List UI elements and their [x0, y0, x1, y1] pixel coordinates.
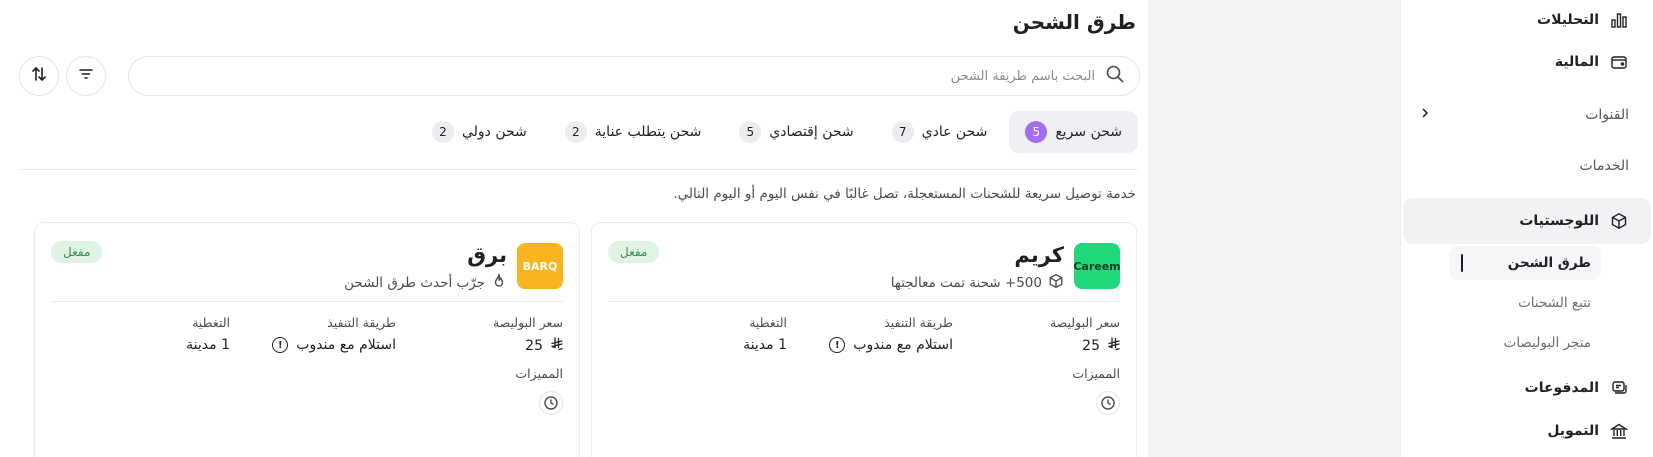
sidebar-sub-track-shipments[interactable]: تتبع الشحنات — [1449, 286, 1601, 320]
execution-method-value: استلام مع مندوب ! — [272, 337, 396, 353]
tab-express[interactable]: شحن سريع 5 — [1009, 111, 1138, 153]
main-content: طرق الشحن شحن سريع 5 شحن عادي 7 شحن إقتص… — [0, 0, 1148, 457]
policy-price-value: 25 — [525, 337, 563, 355]
careem-logo: Careem — [1073, 243, 1121, 289]
card-name: برق — [467, 243, 507, 267]
barq-logo: BARQ — [517, 243, 563, 289]
page-title: طرق الشحن — [1012, 10, 1136, 34]
sidebar-item-label: التحليلات — [1537, 12, 1599, 28]
features-label: المميزات — [1072, 366, 1120, 381]
status-badge: مفعل — [51, 241, 103, 263]
tab-label: شحن عادي — [921, 124, 988, 140]
sidebar-sub-label: طرق الشحن — [1507, 255, 1591, 271]
card-divider — [51, 301, 563, 302]
content-gap — [1148, 0, 1400, 457]
bank-icon — [1609, 421, 1629, 441]
tab-count-badge: 7 — [891, 121, 914, 143]
card-subtitle: 500+ شحنة تمت معالجتها — [891, 273, 1064, 293]
policy-price-label: سعر البوليصة — [492, 315, 563, 330]
card-subtitle-text: جرّب أحدث طرق الشحن — [344, 275, 485, 291]
clock-icon — [1096, 391, 1120, 415]
tab-count-badge: 2 — [564, 121, 587, 143]
filter-button[interactable] — [66, 56, 106, 96]
shipping-card-careem[interactable]: Careem كريم 500+ شحنة تمت معالجتها مفعل … — [591, 222, 1137, 457]
card-divider — [608, 301, 1120, 302]
search-bar[interactable] — [128, 56, 1140, 96]
box-icon — [1048, 273, 1064, 293]
sidebar-item-label: اللوجستيات — [1519, 213, 1599, 229]
sort-arrows-icon — [30, 65, 48, 87]
policy-price-amount: 25 — [525, 338, 543, 354]
execution-method-label: طريقة التنفيذ — [327, 315, 396, 330]
policy-price-value: 25 — [1082, 337, 1120, 355]
tab-label: شحن سريع — [1055, 124, 1122, 140]
wallet-icon — [1609, 52, 1629, 72]
shipping-card-barq[interactable]: BARQ برق جرّب أحدث طرق الشحن مفعل سعر ال… — [34, 222, 580, 457]
search-input[interactable] — [129, 68, 1095, 84]
sidebar-item-logistics[interactable]: اللوجستيات — [1403, 198, 1651, 244]
policy-price-label: سعر البوليصة — [1049, 315, 1120, 330]
tabs-divider — [20, 169, 1138, 170]
policy-price-amount: 25 — [1082, 338, 1100, 354]
sidebar-item-label: المدفوعات — [1524, 380, 1599, 396]
tab-count-badge: 2 — [431, 121, 454, 143]
sidebar-item-payments[interactable]: المدفوعات — [1409, 368, 1641, 408]
status-badge: مفعل — [608, 241, 660, 263]
sidebar-section-channels[interactable]: القنوات — [1409, 97, 1641, 133]
sidebar-item-analytics[interactable]: التحليلات — [1409, 0, 1641, 40]
tab-label: شحن يتطلب عناية — [594, 124, 702, 140]
coverage-value: 1 مدينة — [743, 337, 787, 353]
tab-count-badge: 5 — [1025, 121, 1048, 143]
riyal-currency-icon — [1108, 337, 1120, 355]
execution-method-text: استلام مع مندوب — [853, 337, 953, 353]
coverage-value: 1 مدينة — [186, 337, 230, 353]
info-icon[interactable]: ! — [829, 337, 846, 353]
sidebar-sub-label: تتبع الشحنات — [1518, 295, 1591, 311]
sidebar-section-label: القنوات — [1585, 107, 1629, 123]
execution-method-value: استلام مع مندوب ! — [829, 337, 953, 353]
box-icon — [1609, 211, 1629, 231]
sidebar-sub-label: متجر البوليصات — [1503, 335, 1591, 351]
card-name: كريم — [1014, 243, 1064, 267]
coins-icon — [1609, 378, 1629, 398]
sidebar-item-label: التمويل — [1547, 423, 1599, 439]
tab-description: خدمة توصيل سريعة للشحنات المستعجلة، تصل … — [673, 186, 1136, 202]
sidebar-sub-policy-store[interactable]: متجر البوليصات — [1449, 326, 1601, 360]
tab-count-badge: 5 — [739, 121, 762, 143]
clock-icon — [539, 391, 563, 415]
riyal-currency-icon — [551, 337, 563, 355]
tab-fragile[interactable]: شحن يتطلب عناية 2 — [549, 111, 718, 153]
features-label: المميزات — [515, 366, 563, 381]
info-icon[interactable]: ! — [272, 337, 289, 353]
coverage-label: التغطية — [192, 315, 230, 330]
flame-icon — [491, 273, 507, 293]
tab-international[interactable]: شحن دولي 2 — [416, 111, 543, 153]
sidebar-sub-shipping-methods[interactable]: طرق الشحن — [1449, 246, 1601, 280]
tab-label: شحن إقتصادي — [769, 124, 854, 140]
sidebar-item-funding[interactable]: التمويل — [1409, 411, 1641, 451]
tab-economy[interactable]: شحن إقتصادي 5 — [723, 111, 869, 153]
chevron-left-icon — [1419, 107, 1431, 123]
sidebar-section-services[interactable]: الخدمات — [1409, 148, 1641, 184]
bar-chart-icon — [1609, 10, 1629, 30]
sort-button[interactable] — [19, 56, 59, 96]
filter-icon — [77, 65, 95, 87]
sidebar: التحليلات المالية القنوات الخدمات اللوجس… — [1400, 0, 1653, 457]
execution-method-label: طريقة التنفيذ — [884, 315, 953, 330]
shipping-tabs: شحن سريع 5 شحن عادي 7 شحن إقتصادي 5 شحن … — [416, 111, 1138, 153]
search-icon — [1105, 64, 1125, 88]
card-subtitle: جرّب أحدث طرق الشحن — [344, 273, 507, 293]
tab-label: شحن دولي — [461, 124, 527, 140]
tab-standard[interactable]: شحن عادي 7 — [876, 111, 1004, 153]
card-subtitle-text: 500+ شحنة تمت معالجتها — [890, 275, 1042, 291]
sidebar-item-finance[interactable]: المالية — [1409, 42, 1641, 82]
execution-method-text: استلام مع مندوب — [296, 337, 396, 353]
sidebar-item-label: المالية — [1554, 54, 1599, 70]
sidebar-section-label: الخدمات — [1579, 158, 1630, 174]
coverage-label: التغطية — [749, 315, 787, 330]
